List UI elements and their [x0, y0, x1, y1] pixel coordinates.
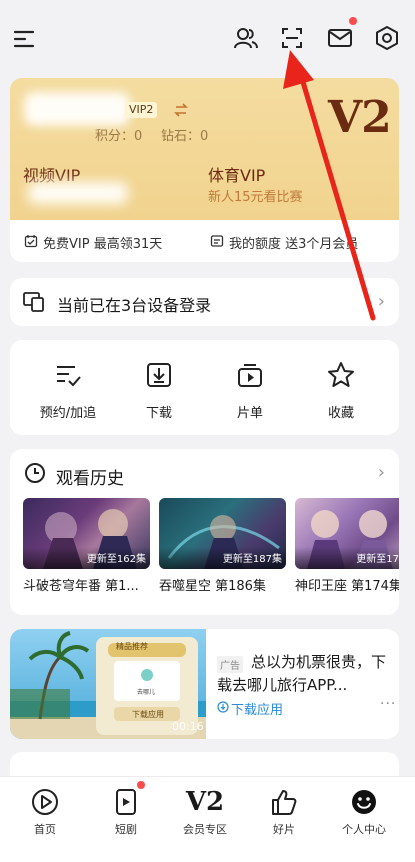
ad-download-text: 下载应用	[231, 703, 284, 718]
quick-action-label: 收藏	[327, 406, 354, 421]
ad-image-banner: 精品推荐	[116, 642, 148, 651]
quick-action-playlist[interactable]: 片单	[205, 360, 295, 421]
short-drama-icon	[91, 787, 161, 817]
diamonds-value: 钻石：0	[161, 129, 209, 144]
ad-image-app: 去哪儿	[137, 689, 156, 696]
nav-label: 个人中心	[342, 823, 386, 836]
logged-in-devices-row[interactable]: 当前已在3台设备登录 ›	[10, 278, 399, 326]
chevron-right-icon[interactable]: ›	[378, 462, 385, 483]
quick-action-label: 片单	[236, 406, 263, 421]
history-item-title[interactable]: 神印王座 第174集	[295, 575, 399, 594]
download-icon	[144, 360, 174, 390]
v2-member-icon: V2	[185, 787, 225, 817]
history-thumbnail[interactable]: 更新至162集	[23, 498, 150, 569]
calendar-check-icon	[24, 234, 38, 252]
watch-history-card: 观看历史 › 更新至162集 斗破苍穹年番 第1... 更新至187集 吞噬星空…	[10, 449, 399, 615]
sports-vip-subtitle: 新人15元看比赛	[208, 190, 303, 205]
ad-download-link[interactable]: 下载应用	[217, 699, 283, 718]
ticket-icon	[210, 234, 224, 252]
settings-icon[interactable]	[372, 23, 402, 53]
checklist-icon	[53, 360, 83, 390]
star-icon	[326, 360, 356, 390]
ad-image[interactable]: 精品推荐 去哪儿 下载应用 00:16	[10, 629, 206, 739]
history-thumbnail[interactable]: 更新至187集	[159, 498, 286, 569]
nav-label: 短剧	[115, 823, 137, 836]
ad-image-button: 下载应用	[132, 710, 164, 719]
menu-icon[interactable]	[9, 23, 39, 53]
my-quota-text: 我的额度 送3个月会员	[229, 237, 359, 252]
quick-action-favorite[interactable]: 收藏	[296, 360, 386, 421]
blurred-username	[24, 92, 130, 126]
playlist-icon	[235, 360, 265, 390]
nav-label: 首页	[34, 823, 56, 836]
blurred-vip-info	[28, 182, 128, 204]
ad-duration: 00:16	[172, 720, 204, 733]
devices-text: 当前已在3台设备登录	[57, 296, 212, 315]
mail-icon[interactable]	[325, 23, 355, 53]
episode-badge: 更新至187集	[222, 554, 282, 565]
top-bar	[0, 0, 415, 76]
more-options-icon[interactable]: ···	[380, 696, 396, 712]
quick-action-label: 预约/加追	[39, 406, 97, 421]
history-item-title[interactable]: 吞噬星空 第186集	[159, 575, 286, 594]
vip-card[interactable]: VIP2 积分：0 钻石：0 V2 视频VIP 体育VIP 新人15元看比赛	[10, 78, 399, 220]
short-drama-notification-dot	[137, 781, 145, 789]
quick-action-label: 下载	[145, 406, 172, 421]
quick-action-reserve[interactable]: 预约/加追	[23, 360, 113, 421]
vip-benefits-strip: 免费VIP 最高领31天 我的额度 送3个月会员	[10, 220, 399, 262]
mail-notification-dot	[349, 17, 357, 25]
quick-action-download[interactable]: 下载	[114, 360, 204, 421]
nav-profile[interactable]: 个人中心	[329, 787, 399, 837]
episode-badge: 更新至162集	[86, 554, 146, 565]
nav-good-films[interactable]: 好片	[249, 787, 319, 837]
history-thumbnail[interactable]: 更新至17	[295, 498, 399, 569]
episode-badge: 更新至17	[356, 554, 399, 565]
profile-icon	[329, 787, 399, 817]
nav-label: 会员专区	[183, 823, 227, 836]
history-item-title[interactable]: 斗破苍穹年番 第1...	[23, 575, 150, 594]
thumbs-up-icon	[249, 787, 319, 817]
nav-short-drama[interactable]: 短剧	[91, 787, 161, 837]
vip-level-logo: V2	[328, 92, 392, 143]
clock-icon	[24, 462, 46, 488]
ad-tag: 广告	[217, 656, 243, 673]
friends-icon[interactable]	[231, 23, 261, 53]
ad-card[interactable]: 精品推荐 去哪儿 下载应用 00:16 总以为机票很贵，下载去哪儿旅行APP..…	[10, 629, 399, 739]
watch-history-title[interactable]: 观看历史	[56, 464, 124, 489]
free-vip-link[interactable]: 免费VIP 最高领31天	[24, 233, 162, 252]
my-quota-link[interactable]: 我的额度 送3个月会员	[210, 233, 358, 252]
download-circle-icon	[217, 700, 229, 717]
switch-icon[interactable]	[173, 102, 189, 118]
devices-icon	[22, 291, 46, 317]
nav-label: 好片	[273, 823, 295, 836]
nav-member-zone[interactable]: V2 会员专区	[170, 787, 240, 837]
sports-vip-label[interactable]: 体育VIP	[208, 162, 265, 186]
home-play-icon	[10, 787, 80, 817]
scan-icon[interactable]	[277, 23, 307, 53]
nav-home[interactable]: 首页	[10, 787, 80, 837]
free-vip-text: 免费VIP 最高领31天	[43, 237, 163, 252]
quick-actions-card: 预约/加追 下载 片单 收藏	[10, 340, 399, 435]
vip-level-badge: VIP2	[125, 102, 158, 118]
bottom-nav: 首页 短剧 V2 会员专区 好片 个人中心	[0, 776, 415, 862]
chevron-right-icon: ›	[377, 291, 385, 312]
points-value: 积分：0	[95, 129, 143, 144]
